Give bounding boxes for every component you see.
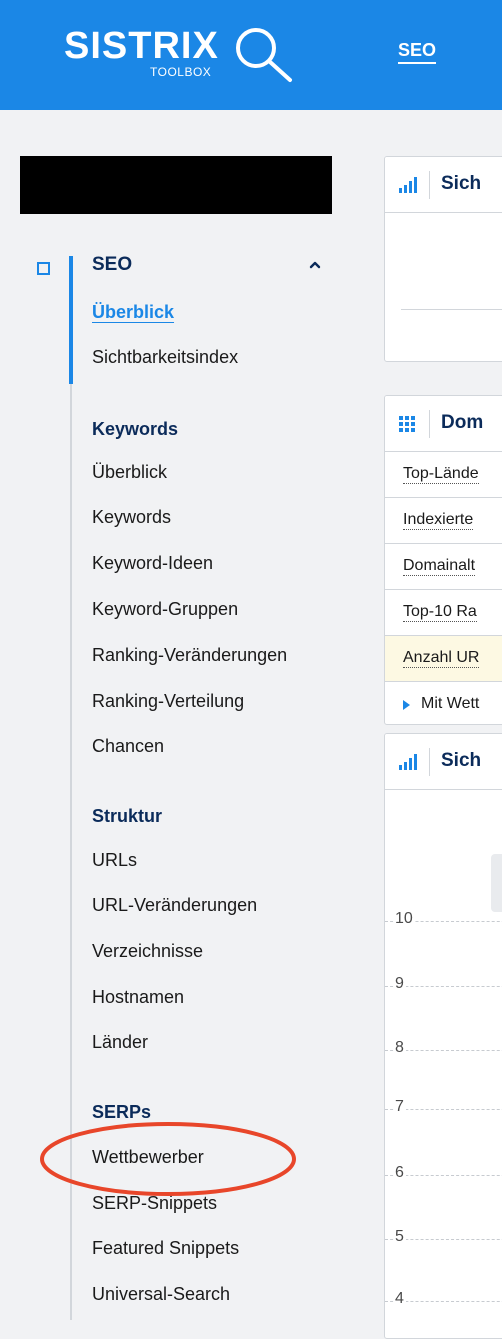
chart-tooltip bbox=[491, 854, 502, 912]
panel-title: Sich bbox=[441, 750, 482, 771]
sistrix-logo[interactable]: SISTRIX TOOLBOX bbox=[64, 24, 304, 84]
table-row[interactable]: Top-10 Ra bbox=[385, 590, 502, 636]
row-label: Top-Lände bbox=[403, 465, 479, 484]
y-tick-label: 9 bbox=[395, 975, 406, 993]
table-row[interactable]: Domainalt bbox=[385, 544, 502, 590]
header-separator bbox=[429, 171, 430, 199]
y-tick-label: 10 bbox=[395, 910, 415, 928]
expand-label: Mit Wett bbox=[421, 695, 480, 712]
sidebar-section-keywords: Keywords bbox=[92, 419, 179, 439]
signal-bars-icon bbox=[399, 754, 417, 770]
sidebar-item-ranking-verteilung[interactable]: Ranking-Verteilung bbox=[92, 691, 244, 712]
divider bbox=[401, 309, 502, 310]
sidebar-item-keyword-ideen[interactable]: Keyword-Ideen bbox=[92, 553, 213, 574]
y-tick-label: 6 bbox=[395, 1164, 406, 1182]
sidebar-item-featured-snippets[interactable]: Featured Snippets bbox=[92, 1238, 239, 1259]
expand-competitors-row[interactable]: Mit Wett bbox=[385, 682, 502, 724]
domain-stats-panel: Dom Top-Lände Indexierte Domainalt Top-1… bbox=[384, 395, 502, 725]
sidebar-item-hostnamen[interactable]: Hostnamen bbox=[92, 987, 184, 1008]
sidebar-item-urls[interactable]: URLs bbox=[92, 850, 137, 871]
row-label: Domainalt bbox=[403, 557, 476, 576]
redacted-domain-box bbox=[20, 156, 332, 214]
sidebar-item-ranking-veraenderungen[interactable]: Ranking-Veränderungen bbox=[92, 645, 287, 666]
panel-header: Sich bbox=[385, 157, 502, 213]
logo-text: SISTRIX bbox=[64, 25, 219, 67]
table-row-highlighted[interactable]: Anzahl UR bbox=[385, 636, 502, 682]
panel-header: Dom bbox=[385, 396, 502, 452]
nav-tab-seo[interactable]: SEO bbox=[398, 40, 436, 61]
panel-header: Sich bbox=[385, 734, 502, 790]
header-separator bbox=[429, 410, 430, 438]
sidebar-item-ueberblick[interactable]: Überblick bbox=[92, 302, 174, 323]
sidebar-item-laender[interactable]: Länder bbox=[92, 1032, 148, 1053]
y-tick-label: 5 bbox=[395, 1228, 406, 1246]
seo-module-icon bbox=[37, 262, 50, 275]
header-separator bbox=[429, 748, 430, 776]
triangle-right-icon bbox=[403, 700, 410, 710]
chevron-up-icon[interactable] bbox=[308, 258, 322, 272]
sidebar-item-universal-search[interactable]: Universal-Search bbox=[92, 1284, 230, 1305]
visibility-chart-panel: Sich 10 9 8 7 6 5 4 bbox=[384, 733, 502, 1339]
y-tick-label: 7 bbox=[395, 1098, 406, 1116]
sidebar-item-keywords-ueberblick[interactable]: Überblick bbox=[92, 462, 167, 483]
sidebar-item-keyword-gruppen[interactable]: Keyword-Gruppen bbox=[92, 599, 238, 620]
row-label: Anzahl UR bbox=[403, 649, 480, 668]
magnifier-icon bbox=[236, 28, 292, 82]
panel-title: Sich bbox=[441, 173, 482, 194]
sidebar-item-url-veraenderungen[interactable]: URL-Veränderungen bbox=[92, 895, 257, 916]
row-label: Top-10 Ra bbox=[403, 603, 477, 622]
signal-bars-icon bbox=[399, 177, 417, 193]
sidebar-section-struktur: Struktur bbox=[92, 806, 163, 826]
sidebar-item-chancen[interactable]: Chancen bbox=[92, 736, 164, 757]
table-row[interactable]: Indexierte bbox=[385, 498, 502, 544]
sidebar-active-indicator bbox=[69, 256, 73, 384]
y-tick-label: 4 bbox=[395, 1290, 406, 1308]
sidebar-item-verzeichnisse[interactable]: Verzeichnisse bbox=[92, 941, 203, 962]
top-bar: SISTRIX TOOLBOX SEO bbox=[0, 0, 502, 110]
sidebar-item-keywords[interactable]: Keywords bbox=[92, 507, 171, 528]
y-tick-label: 8 bbox=[395, 1039, 406, 1057]
visibility-panel: Sich bbox=[384, 156, 502, 362]
highlight-circle-annotation bbox=[40, 1122, 296, 1196]
sidebar-item-sichtbarkeitsindex[interactable]: Sichtbarkeitsindex bbox=[92, 347, 238, 368]
sidebar-seo-title[interactable]: SEO bbox=[92, 254, 132, 276]
logo-subtext: TOOLBOX bbox=[150, 65, 212, 79]
panel-title: Dom bbox=[441, 412, 484, 433]
grid-icon bbox=[399, 416, 415, 432]
table-row[interactable]: Top-Lände bbox=[385, 452, 502, 498]
row-label: Indexierte bbox=[403, 511, 474, 530]
